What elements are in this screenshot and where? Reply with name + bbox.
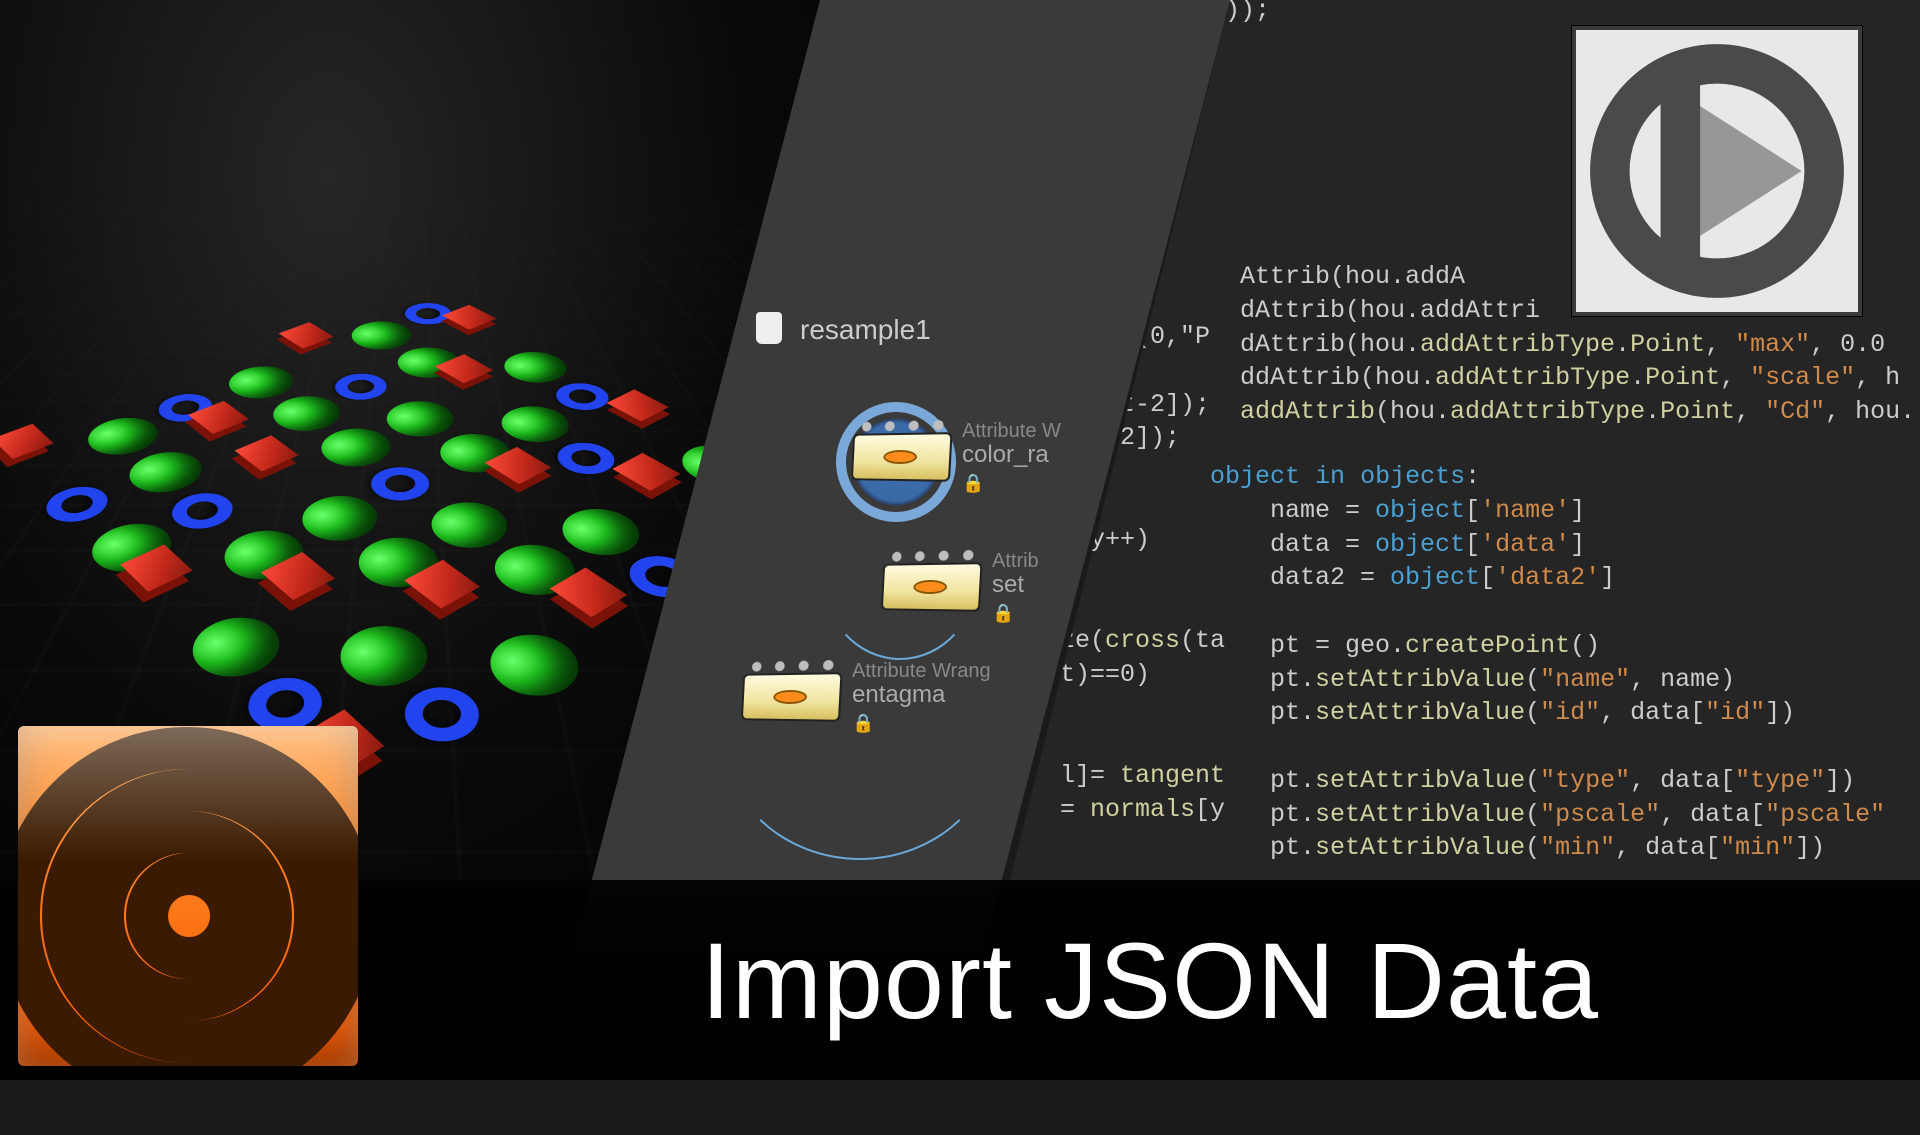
thumbnail-title: Import JSON Data xyxy=(701,918,1599,1043)
lock-icon: 🔒 xyxy=(992,604,1039,624)
node-name-label: color_ra xyxy=(962,442,1061,468)
channel-logo xyxy=(1572,26,1862,316)
houdini-logo-icon xyxy=(18,726,358,1066)
node-icon xyxy=(756,312,782,344)
node-type-label: Attribute W xyxy=(962,420,1061,442)
node-chip-icon xyxy=(851,432,953,482)
ground-grid xyxy=(0,0,820,203)
node-name-label: set xyxy=(992,572,1039,598)
node-label-resample[interactable]: resample1 xyxy=(800,314,931,346)
code-main-block: object in objects: name = object['name']… xyxy=(1210,460,1885,865)
lock-icon: 🔒 xyxy=(962,474,1061,494)
node-type-label: Attrib xyxy=(992,550,1039,572)
